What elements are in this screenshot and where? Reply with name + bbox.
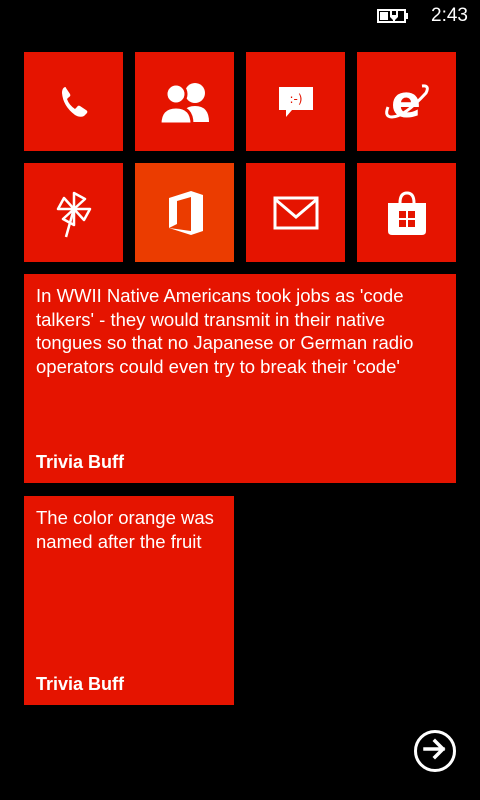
internet-explorer-tile[interactable]: e: [357, 52, 456, 151]
messaging-glyph: :-): [289, 92, 302, 106]
mail-icon: [273, 196, 319, 230]
people-icon: [153, 80, 217, 124]
trivia-fact-text: The color orange was named after the fru…: [36, 507, 214, 552]
mail-tile[interactable]: [246, 163, 345, 262]
pinwheel-icon: [49, 185, 99, 241]
trivia-fact-text: In WWII Native Americans took jobs as 'c…: [36, 285, 414, 377]
store-icon: [385, 189, 429, 237]
store-tile[interactable]: [357, 163, 456, 262]
phone-icon: [54, 82, 94, 122]
trivia-medium-tile[interactable]: The color orange was named after the fru…: [24, 496, 234, 705]
office-tile[interactable]: [135, 163, 234, 262]
battery-charging-icon: [377, 8, 409, 24]
internet-explorer-icon: e: [382, 77, 432, 127]
messaging-tile[interactable]: :-): [246, 52, 345, 151]
office-icon: [163, 188, 207, 238]
photos-tile[interactable]: [24, 163, 123, 262]
messaging-icon: :-): [276, 82, 316, 122]
next-button[interactable]: [414, 730, 456, 772]
status-bar: 2:43: [0, 0, 480, 32]
clock: 2:43: [431, 5, 468, 26]
trivia-wide-tile[interactable]: In WWII Native Americans took jobs as 'c…: [24, 274, 456, 483]
tile-title: Trivia Buff: [36, 452, 125, 472]
arrow-right-icon: [423, 738, 447, 765]
people-tile[interactable]: [135, 52, 234, 151]
tile-title: Trivia Buff: [36, 674, 125, 694]
phone-tile[interactable]: [24, 52, 123, 151]
